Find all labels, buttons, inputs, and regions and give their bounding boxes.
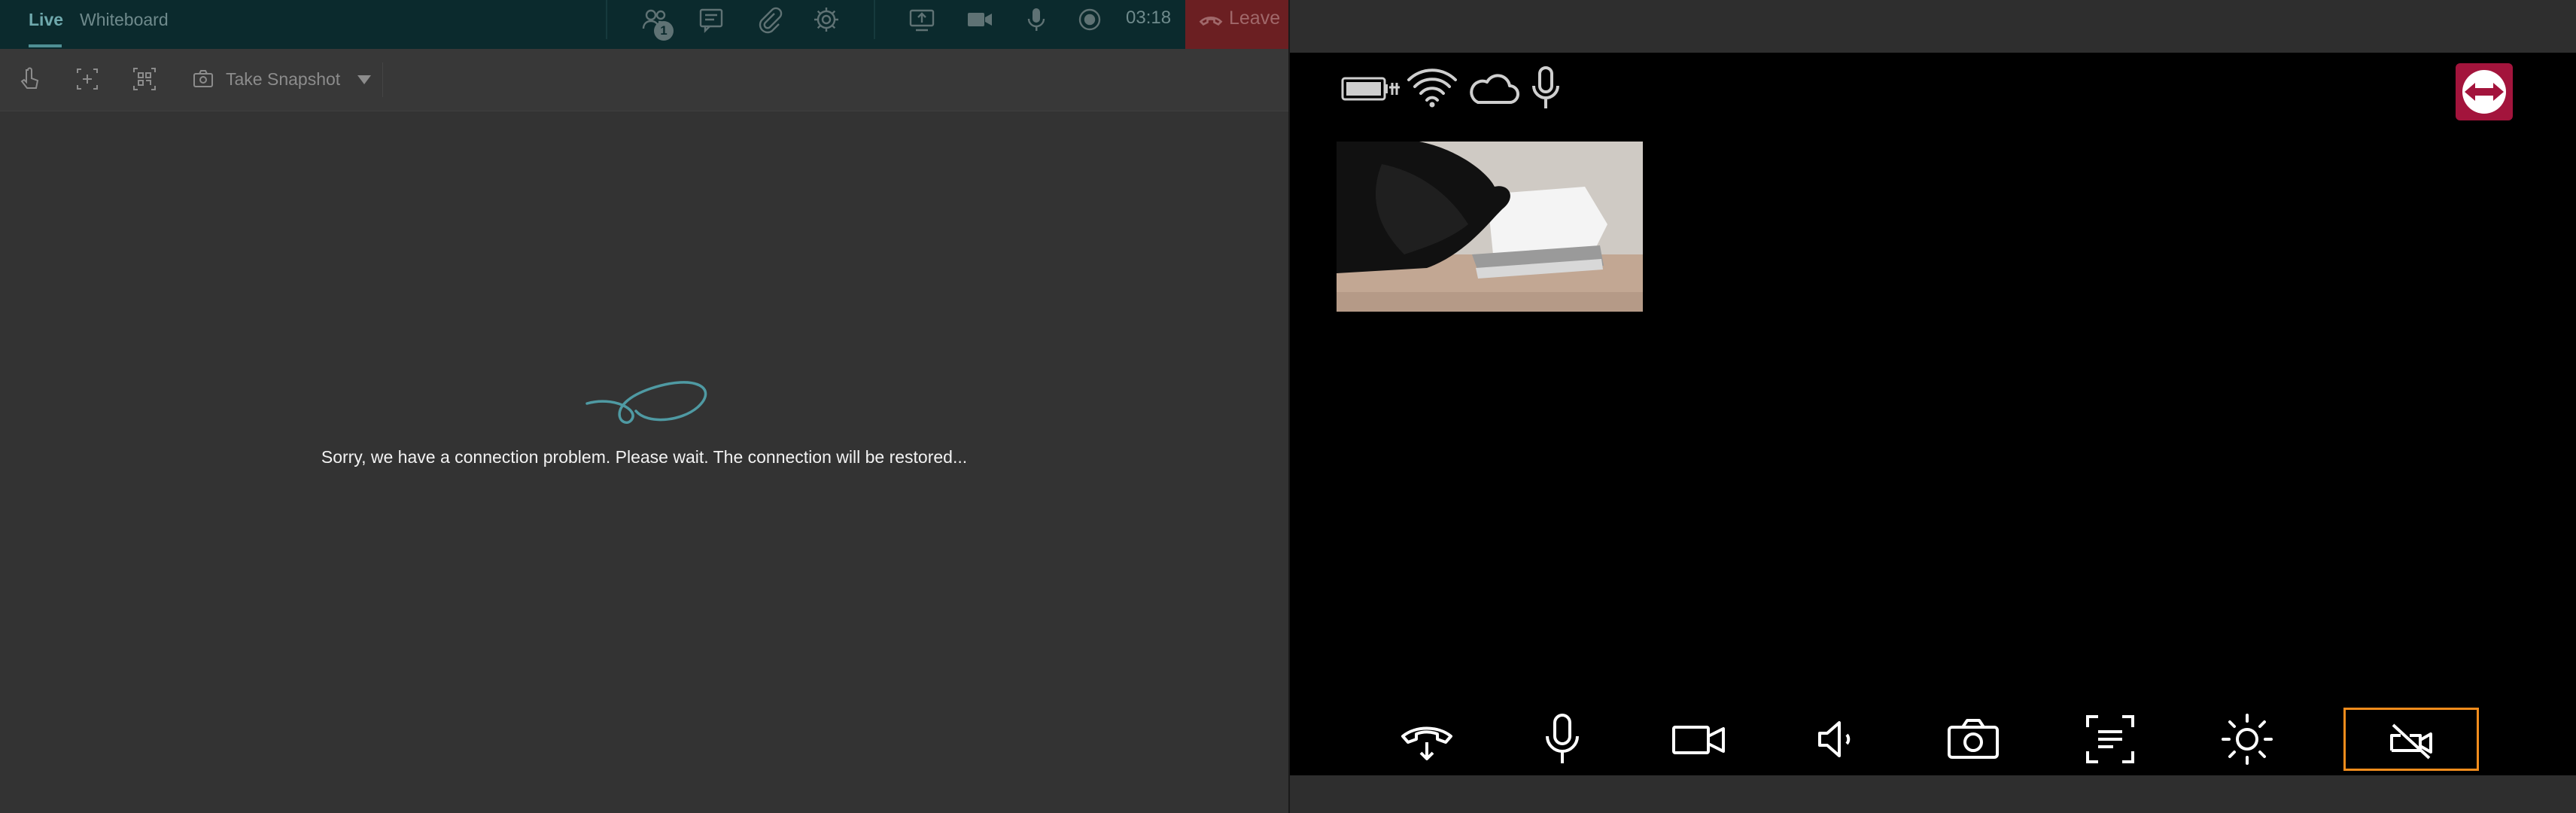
active-tab-indicator [29,44,62,47]
microphone-icon [1546,714,1579,763]
camera-feed-image [1337,142,1643,312]
tab-whiteboard[interactable]: Whiteboard [80,0,169,49]
video-off-icon [2390,723,2432,760]
loading-logo-icon [585,381,707,424]
participants-count-badge: 1 [654,21,674,41]
subtoolbar-divider [382,62,383,97]
hangup-icon [1199,16,1223,26]
leave-button[interactable]: Leave [1185,0,1288,49]
screen-share-icon[interactable] [907,5,937,35]
camera-icon [1948,719,1999,759]
teamviewer-logo-icon [2462,70,2506,114]
record-icon[interactable] [1075,5,1105,35]
snapshot-button[interactable] [1905,708,2041,771]
cloud-icon [1470,74,1519,104]
video-button[interactable] [1632,708,1767,771]
take-snapshot-button[interactable]: Take Snapshot [226,69,340,90]
video-camera-icon [1672,726,1725,754]
snapshot-camera-icon[interactable] [190,65,217,93]
web-client-pane: Live Whiteboard 1 03:18 Leave Take Snaps… [0,0,1288,813]
device-screen [1290,53,2576,775]
settings-icon[interactable] [811,5,841,35]
dropdown-arrow-icon[interactable] [355,74,373,86]
speaker-icon [1818,721,1851,757]
top-toolbar: Live Whiteboard 1 03:18 Leave [0,0,1288,49]
speaker-button[interactable] [1769,708,1904,771]
pointer-icon[interactable] [17,65,44,93]
brightness-icon [2222,714,2273,765]
connection-message: Sorry, we have a connection problem. Ple… [321,447,968,467]
chat-icon[interactable] [696,5,726,35]
privacy-button[interactable] [2343,708,2479,771]
select-area-icon[interactable] [74,65,101,93]
toolbar-divider [874,0,875,39]
camera-preview [1337,142,1643,312]
device-pane [1290,0,2576,813]
microphone-button[interactable] [1495,708,1630,771]
wifi-icon [1407,69,1457,108]
qr-scan-icon[interactable] [131,65,158,93]
toolbar-divider [606,0,607,39]
leave-label: Leave [1229,8,1281,29]
hangup-icon [1401,726,1452,760]
microphone-icon [1532,66,1559,108]
document-scan-icon [2086,715,2134,763]
battery-charging-icon [1341,77,1400,101]
brightness-button[interactable] [2179,708,2315,771]
attachment-icon[interactable] [754,5,784,35]
session-timer: 03:18 [1126,8,1172,28]
camera-icon[interactable] [965,5,995,35]
tab-live[interactable]: Live [29,0,63,49]
scan-document-button[interactable] [2042,708,2178,771]
app-logo [2456,63,2513,120]
microphone-icon[interactable] [1021,5,1051,35]
device-controls [1290,708,2576,775]
hangup-button[interactable] [1359,708,1495,771]
sub-toolbar: Take Snapshot [0,49,1288,111]
